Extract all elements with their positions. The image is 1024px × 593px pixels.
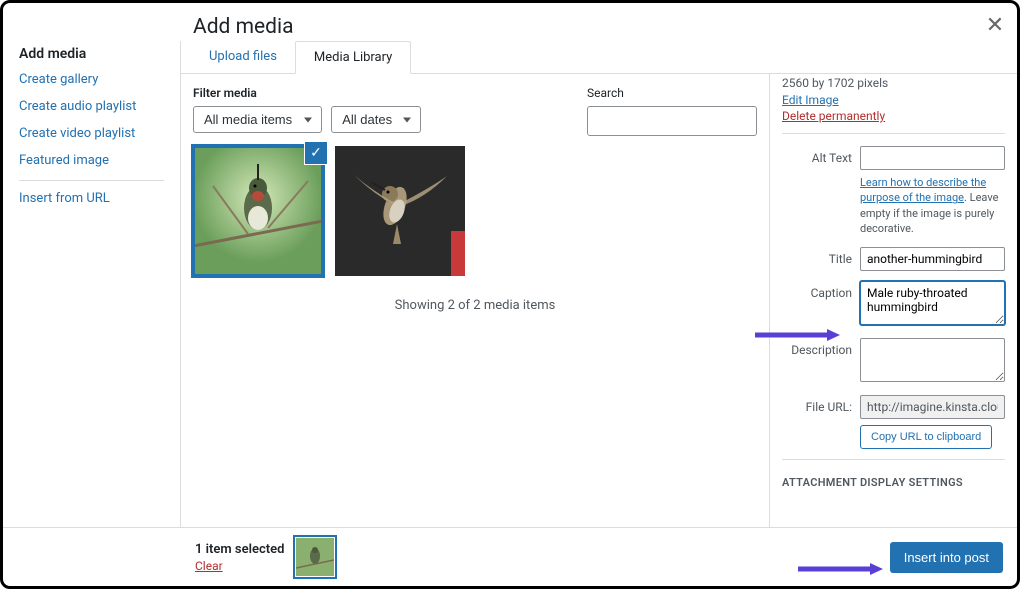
add-media-section: Add media [19,46,164,62]
description-input[interactable] [860,338,1005,382]
insert-into-post-button[interactable]: Insert into post [890,542,1003,573]
alt-text-label: Alt Text [782,146,860,165]
hummingbird-perched-image [193,146,323,276]
edit-image-link[interactable]: Edit Image [782,93,1005,107]
alt-help-text: Learn how to describe the purpose of the… [860,175,1005,237]
create-video-playlist-link[interactable]: Create video playlist [19,126,164,141]
media-thumb-selected[interactable]: ✓ [193,146,323,276]
showing-count: Showing 2 of 2 media items [193,298,757,313]
attachment-details: 2560 by 1702 pixels Edit Image Delete pe… [769,74,1017,527]
title-label: Title [782,247,860,266]
caption-label: Caption [782,281,860,300]
attachment-display-heading: ATTACHMENT DISPLAY SETTINGS [782,476,1005,489]
title-input[interactable] [860,247,1005,271]
delete-permanently-link[interactable]: Delete permanently [782,109,1005,123]
divider [782,133,1005,134]
checkmark-icon: ✓ [305,142,327,164]
copy-url-button[interactable]: Copy URL to clipboard [860,425,992,449]
filter-dates-select[interactable]: All dates [331,106,421,133]
caption-input[interactable] [860,281,1005,325]
media-thumb[interactable] [335,146,465,276]
clear-selection-link[interactable]: Clear [195,559,284,573]
filter-media-select[interactable]: All media items [193,106,322,133]
create-audio-playlist-link[interactable]: Create audio playlist [19,99,164,114]
hummingbird-flying-image [335,146,465,276]
featured-image-link[interactable]: Featured image [19,153,164,168]
media-tabs: Upload files Media Library [181,41,1017,74]
selection-thumb[interactable] [296,538,334,576]
description-label: Description [782,338,860,357]
search-label: Search [587,86,757,100]
close-button[interactable]: ✕ [979,9,1011,41]
alt-text-input[interactable] [860,146,1005,170]
divider [19,180,164,181]
tab-upload-files[interactable]: Upload files [191,41,295,73]
file-url-input[interactable] [860,395,1005,419]
create-gallery-link[interactable]: Create gallery [19,72,164,87]
insert-from-url-link[interactable]: Insert from URL [19,191,164,206]
file-url-label: File URL: [782,395,860,414]
tab-media-library[interactable]: Media Library [295,41,411,74]
modal-title: Add media [193,15,294,39]
search-input[interactable] [587,106,757,136]
divider [782,459,1005,460]
actions-sidebar: Actions Add media Create gallery Create … [3,41,181,527]
filter-media-label: Filter media [193,86,421,100]
image-dimensions: 2560 by 1702 pixels [782,76,1005,90]
selected-count: 1 item selected [195,542,284,557]
